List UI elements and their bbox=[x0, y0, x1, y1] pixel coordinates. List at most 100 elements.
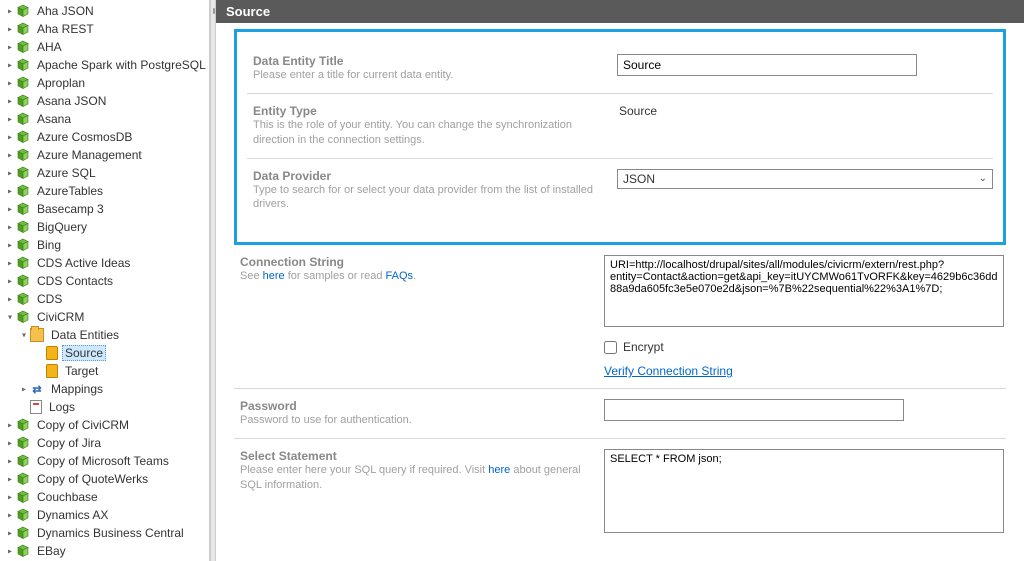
expand-icon[interactable]: ▸ bbox=[4, 456, 16, 467]
cube-icon bbox=[16, 202, 30, 216]
tree-item-dynamics-ax[interactable]: ▸Dynamics AX bbox=[0, 506, 209, 524]
tree-item-bing[interactable]: ▸Bing bbox=[0, 236, 209, 254]
expand-icon[interactable]: ▾ bbox=[4, 312, 16, 323]
expand-icon[interactable]: ▸ bbox=[4, 6, 16, 17]
expand-icon[interactable]: ▸ bbox=[4, 528, 16, 539]
tree-item-label: Logs bbox=[46, 400, 78, 414]
connstring-textarea[interactable] bbox=[604, 255, 1004, 327]
expand-icon[interactable]: ▸ bbox=[4, 510, 16, 521]
tree-item-aha-rest[interactable]: ▸Aha REST bbox=[0, 20, 209, 38]
expand-icon[interactable]: ▸ bbox=[4, 186, 16, 197]
data-provider-combo[interactable]: JSON ⌄ bbox=[617, 169, 993, 189]
tree-item-target[interactable]: Target bbox=[0, 362, 209, 380]
entity-title-input[interactable] bbox=[617, 54, 917, 76]
expand-icon[interactable]: ▸ bbox=[4, 60, 16, 71]
tree-item-label: Couchbase bbox=[34, 490, 101, 504]
expand-icon[interactable]: ▸ bbox=[4, 204, 16, 215]
expand-icon[interactable]: ▸ bbox=[4, 276, 16, 287]
cube-icon bbox=[16, 418, 30, 432]
expand-icon[interactable]: ▸ bbox=[4, 240, 16, 251]
cube-icon bbox=[16, 544, 30, 558]
tree-item-mappings[interactable]: ▸⇄Mappings bbox=[0, 380, 209, 398]
tree-item-azure-management[interactable]: ▸ Azure Management bbox=[0, 146, 209, 164]
expand-icon[interactable]: ▸ bbox=[4, 150, 16, 161]
expand-icon[interactable]: ▸ bbox=[4, 78, 16, 89]
cube-icon bbox=[16, 526, 30, 540]
main-panel: Source Data Entity Title Please enter a … bbox=[216, 0, 1024, 561]
sidebar-tree[interactable]: ▸Aha JSON▸Aha REST▸AHA▸Apache Spark with… bbox=[0, 0, 210, 561]
cube-icon bbox=[16, 508, 30, 522]
expand-icon[interactable]: ▸ bbox=[4, 24, 16, 35]
expand-icon[interactable]: ▸ bbox=[4, 222, 16, 233]
tree-item-basecamp-3[interactable]: ▸Basecamp 3 bbox=[0, 200, 209, 218]
verify-conn-link[interactable]: Verify Connection String bbox=[604, 364, 733, 378]
tree-item-label: Aproplan bbox=[34, 76, 88, 90]
tree-item-label: Asana JSON bbox=[34, 94, 109, 108]
cube-icon bbox=[16, 238, 30, 252]
cube-icon bbox=[16, 166, 30, 180]
tree-item-copy-of-quotewerks[interactable]: ▸Copy of QuoteWerks bbox=[0, 470, 209, 488]
tree-item-bigquery[interactable]: ▸BigQuery bbox=[0, 218, 209, 236]
expand-icon[interactable]: ▸ bbox=[4, 258, 16, 269]
tree-item-dynamics-business-central[interactable]: ▸Dynamics Business Central bbox=[0, 524, 209, 542]
tree-item-label: Azure Management bbox=[34, 148, 145, 162]
encrypt-label: Encrypt bbox=[623, 340, 664, 354]
connstring-faqs-link[interactable]: FAQs bbox=[386, 270, 414, 282]
tree-item-cds-active-ideas[interactable]: ▸ CDS Active Ideas bbox=[0, 254, 209, 272]
panel-header: Source bbox=[216, 0, 1024, 23]
tree-item-ebay[interactable]: ▸EBay bbox=[0, 542, 209, 560]
connstring-here-link[interactable]: here bbox=[263, 270, 285, 282]
tree-item-apache-spark-with-postgresql[interactable]: ▸Apache Spark with PostgreSQL bbox=[0, 56, 209, 74]
encrypt-checkbox[interactable] bbox=[604, 341, 617, 354]
expand-icon[interactable]: ▸ bbox=[4, 420, 16, 431]
tree-item-azure-cosmosdb[interactable]: ▸Azure CosmosDB bbox=[0, 128, 209, 146]
tree-item-azure-sql[interactable]: ▸Azure SQL bbox=[0, 164, 209, 182]
tree-item-aha-json[interactable]: ▸Aha JSON bbox=[0, 2, 209, 20]
tree-item-label: CDS Active Ideas bbox=[34, 256, 133, 270]
expand-icon[interactable]: ▸ bbox=[4, 438, 16, 449]
expand-icon[interactable]: ▸ bbox=[4, 132, 16, 143]
tree-item-asana-json[interactable]: ▸ Asana JSON bbox=[0, 92, 209, 110]
tree-item-couchbase[interactable]: ▸ Couchbase bbox=[0, 488, 209, 506]
cube-icon bbox=[16, 472, 30, 486]
tree-item-copy-of-civicrm[interactable]: ▸ Copy of CiviCRM bbox=[0, 416, 209, 434]
cube-icon bbox=[16, 490, 30, 504]
tree-item-cds-contacts[interactable]: ▸ CDS Contacts bbox=[0, 272, 209, 290]
chevron-down-icon: ⌄ bbox=[979, 173, 987, 184]
tree-item-aha[interactable]: ▸AHA bbox=[0, 38, 209, 56]
cube-icon bbox=[16, 436, 30, 450]
expand-icon[interactable]: ▸ bbox=[4, 474, 16, 485]
password-input[interactable] bbox=[604, 399, 904, 421]
folder-icon bbox=[30, 328, 44, 342]
database-icon bbox=[46, 346, 58, 360]
select-here-link[interactable]: here bbox=[488, 464, 510, 476]
select-textarea[interactable] bbox=[604, 449, 1004, 533]
expand-icon[interactable]: ▸ bbox=[4, 96, 16, 107]
tree-item-label: Copy of CiviCRM bbox=[34, 418, 132, 432]
expand-icon[interactable]: ▸ bbox=[4, 294, 16, 305]
tree-item-source[interactable]: Source bbox=[0, 344, 209, 362]
tree-item-cds[interactable]: ▸CDS bbox=[0, 290, 209, 308]
expand-icon[interactable]: ▸ bbox=[4, 168, 16, 179]
tree-item-label: Copy of Jira bbox=[34, 436, 104, 450]
expand-icon[interactable]: ▾ bbox=[18, 330, 30, 341]
tree-item-data-entities[interactable]: ▾Data Entities bbox=[0, 326, 209, 344]
tree-item-azuretables[interactable]: ▸AzureTables bbox=[0, 182, 209, 200]
splitter[interactable] bbox=[210, 0, 216, 561]
cube-icon bbox=[16, 58, 30, 72]
entity-title-label: Data Entity Title bbox=[253, 54, 597, 68]
tree-item-asana[interactable]: ▸Asana bbox=[0, 110, 209, 128]
expand-icon[interactable]: ▸ bbox=[4, 42, 16, 53]
expand-icon[interactable]: ▸ bbox=[18, 384, 30, 395]
expand-icon[interactable]: ▸ bbox=[4, 546, 16, 557]
tree-item-label: CDS Contacts bbox=[34, 274, 116, 288]
tree-item-logs[interactable]: Logs bbox=[0, 398, 209, 416]
tree-item-civicrm[interactable]: ▾CiviCRM bbox=[0, 308, 209, 326]
tree-item-copy-of-microsoft-teams[interactable]: ▸Copy of Microsoft Teams bbox=[0, 452, 209, 470]
expand-icon[interactable]: ▸ bbox=[4, 492, 16, 503]
tree-item-copy-of-jira[interactable]: ▸ Copy of Jira bbox=[0, 434, 209, 452]
tree-item-aproplan[interactable]: ▸ Aproplan bbox=[0, 74, 209, 92]
expand-icon[interactable]: ▸ bbox=[4, 114, 16, 125]
cube-icon bbox=[16, 40, 30, 54]
cube-icon bbox=[16, 274, 30, 288]
